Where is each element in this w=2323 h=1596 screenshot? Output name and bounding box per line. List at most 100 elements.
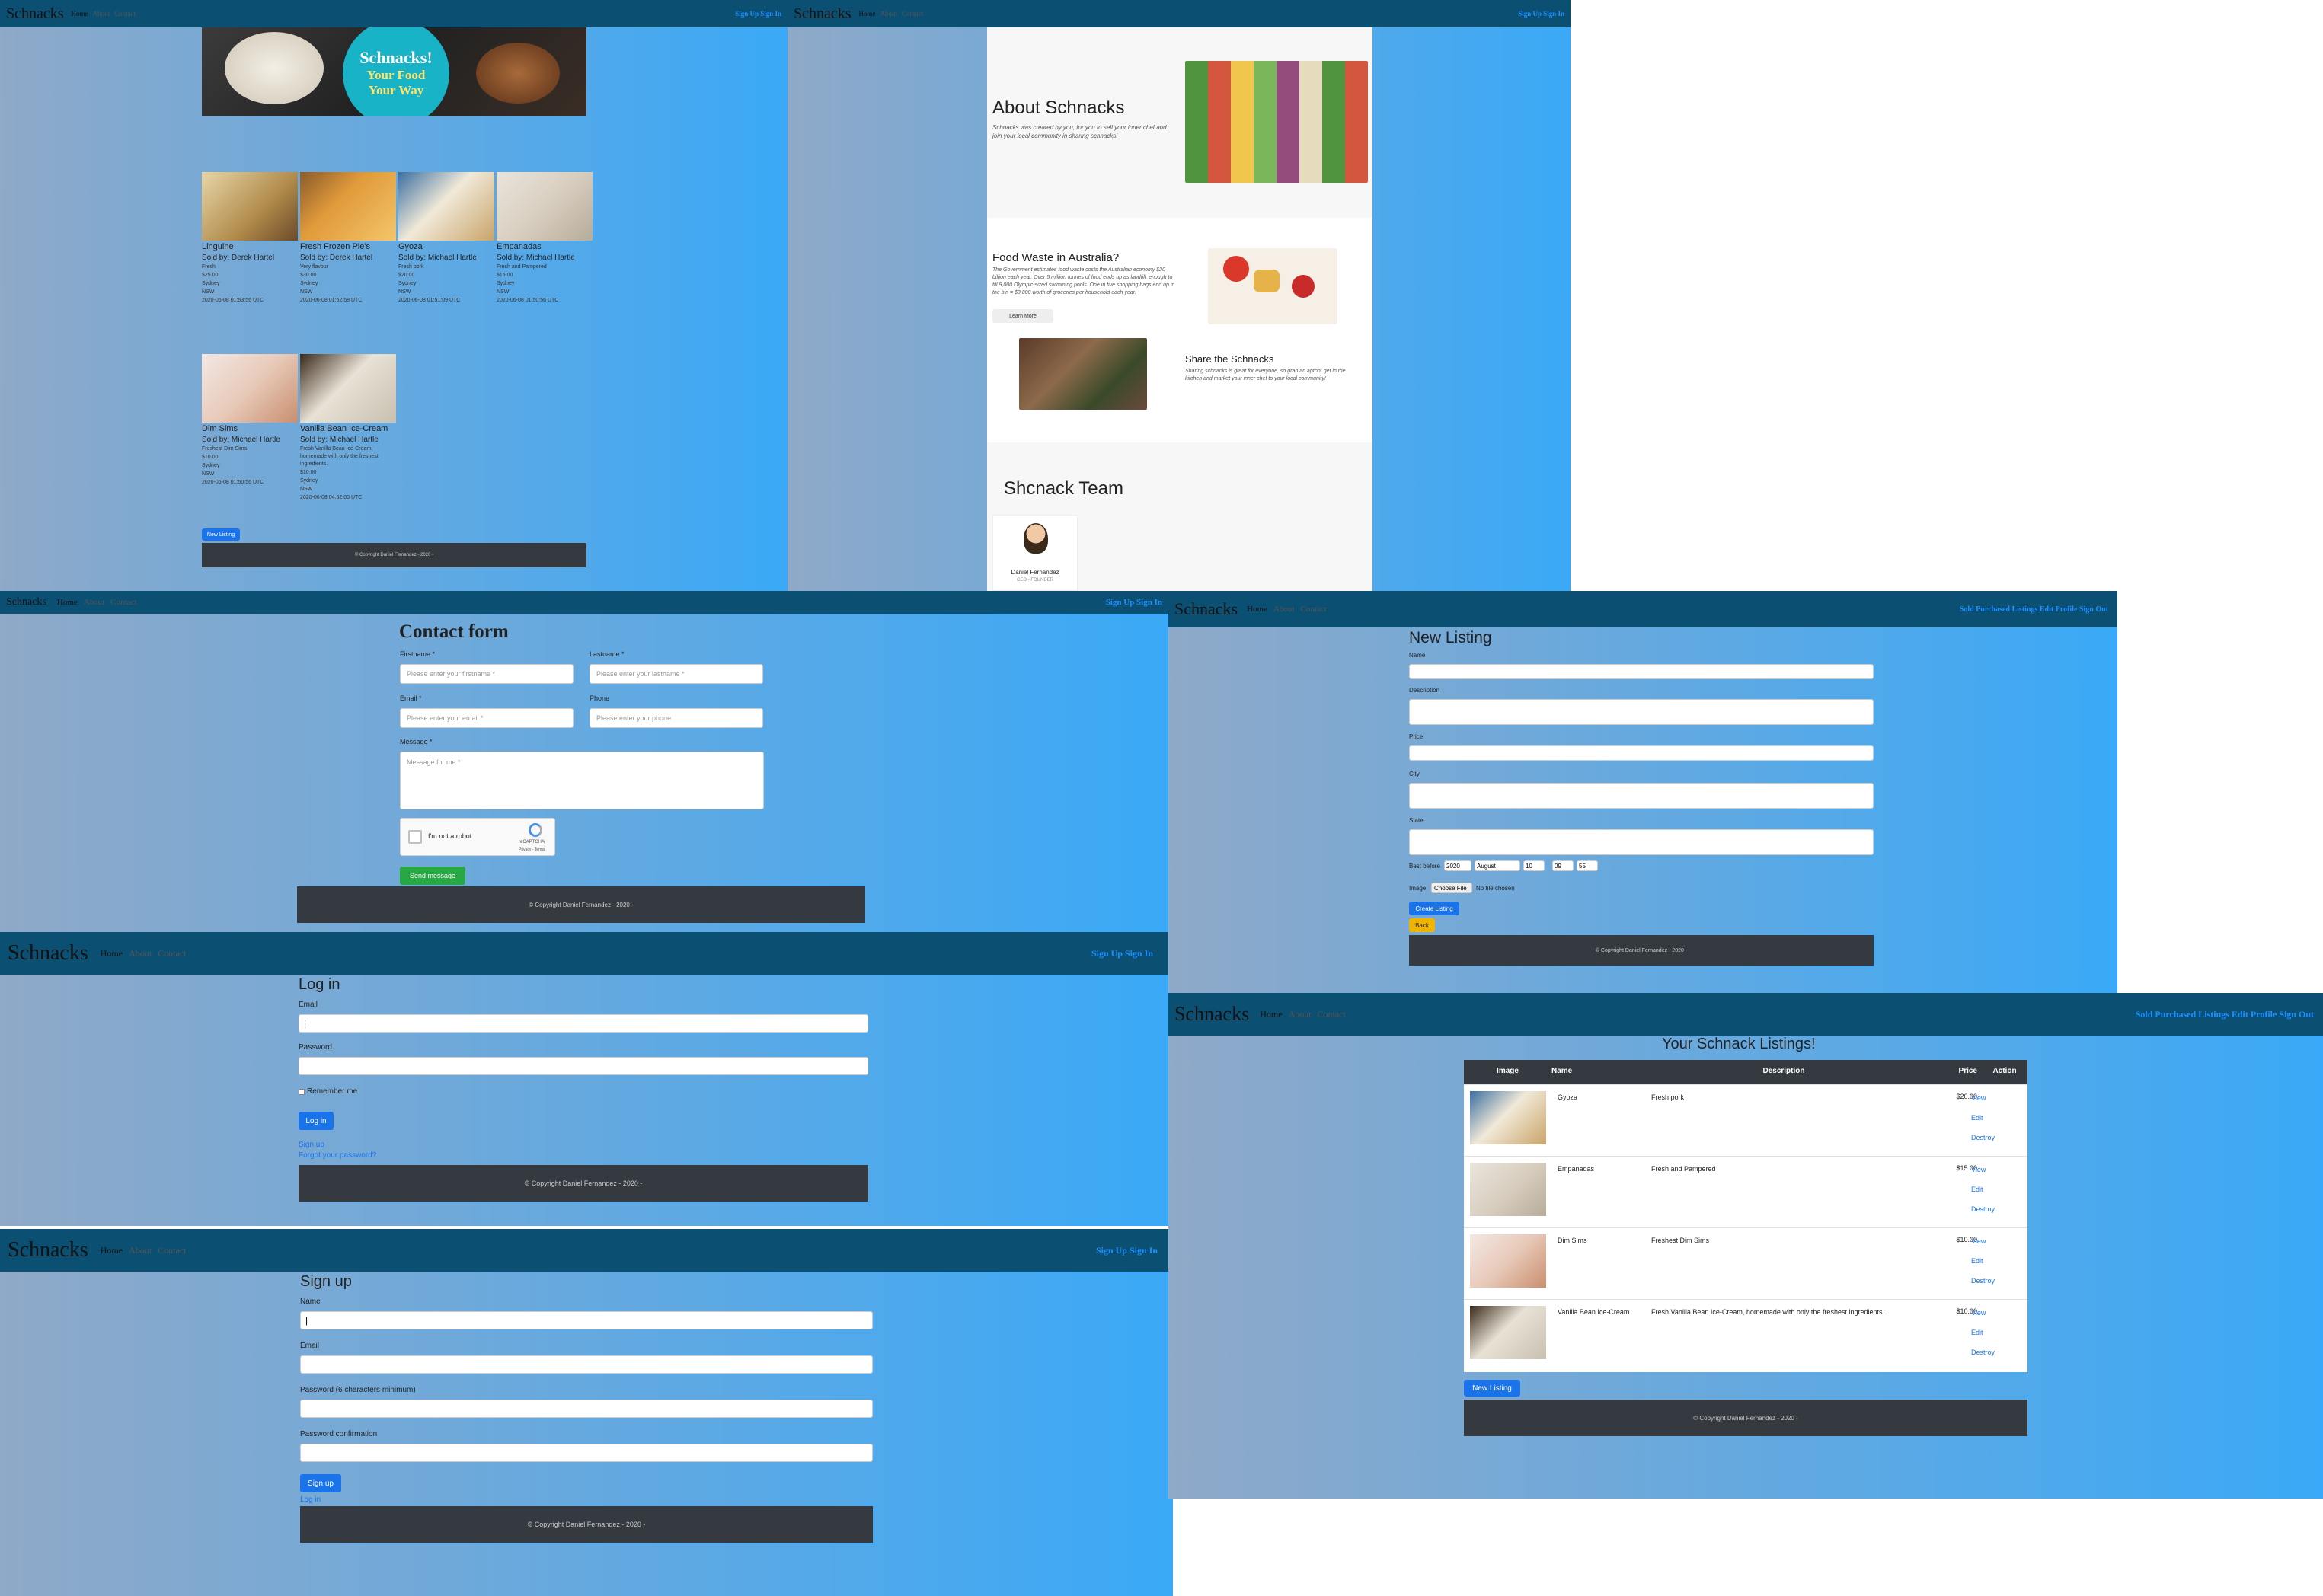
nav-home[interactable]: Home [1260, 1009, 1282, 1020]
destroy-link[interactable]: Destroy [1971, 1349, 1995, 1356]
brand-logo[interactable]: Schnacks [8, 1238, 88, 1262]
minute-select[interactable]: 55 [1577, 860, 1598, 871]
nav-home[interactable]: Home [72, 10, 88, 18]
nav-auth-links[interactable]: Sign Up Sign In [1518, 10, 1564, 18]
recaptcha-terms[interactable]: Privacy - Terms [519, 847, 545, 852]
brand-logo[interactable]: Schnacks [1174, 1003, 1249, 1026]
month-select[interactable]: August [1475, 860, 1520, 871]
edit-link[interactable]: Edit [1971, 1186, 1983, 1193]
nav-auth-links[interactable]: Sign Up Sign In [735, 10, 781, 18]
password-input[interactable] [299, 1057, 868, 1075]
listing-card[interactable]: Fresh Frozen Pie's Sold by: Derek Hartel V… [300, 172, 396, 305]
nav-home[interactable]: Home [57, 598, 78, 607]
listing-image[interactable] [398, 172, 494, 241]
new-listing-button[interactable]: New Listing [1464, 1380, 1520, 1396]
edit-link[interactable]: Edit [1971, 1257, 1983, 1265]
view-link[interactable]: View [1971, 1237, 1986, 1245]
listing-card[interactable]: Vanilla Bean Ice-Cream Sold by: Michael H… [300, 354, 396, 502]
nav-contact[interactable]: Contact [1318, 1009, 1346, 1020]
signup-link[interactable]: Sign up [299, 1141, 324, 1149]
brand-logo[interactable]: Schnacks [6, 5, 64, 23]
signup-button[interactable]: Sign up [300, 1474, 341, 1492]
learn-more-button[interactable]: Learn More [992, 309, 1053, 323]
nav-user-links[interactable]: Sold Purchased Listings Edit Profile Sig… [1960, 605, 2108, 614]
destroy-link[interactable]: Destroy [1971, 1205, 1995, 1213]
login-link[interactable]: Log in [300, 1495, 321, 1504]
password-input[interactable] [300, 1400, 873, 1418]
banner-circle: Schnacks! Your Food Your Way [343, 27, 449, 116]
nav-contact[interactable]: Contact [158, 948, 186, 959]
nav-about[interactable]: About [129, 1245, 152, 1256]
nav-auth-links[interactable]: Sign Up Sign In [1106, 598, 1162, 607]
nav-home[interactable]: Home [1247, 605, 1267, 614]
listing-card[interactable]: Dim Sims Sold by: Michael Hartle Freshest … [202, 354, 298, 487]
nav-about[interactable]: About [84, 598, 105, 607]
city-textarea[interactable] [1409, 783, 1874, 809]
listing-image[interactable] [497, 172, 593, 241]
listing-image[interactable] [300, 172, 396, 241]
listing-image[interactable] [202, 172, 298, 241]
name-input[interactable]: | [300, 1311, 873, 1329]
email-input[interactable]: Please enter your email * [400, 708, 574, 728]
nav-home[interactable]: Home [859, 10, 876, 18]
message-textarea[interactable]: Message for me * [400, 752, 764, 809]
lastname-input[interactable]: Please enter your lastname * [590, 664, 763, 684]
nav-about[interactable]: About [129, 948, 152, 959]
state-textarea[interactable] [1409, 829, 1874, 855]
view-link[interactable]: View [1971, 1166, 1986, 1173]
nav-contact[interactable]: Contact [158, 1245, 186, 1256]
hour-select[interactable]: 09 [1552, 860, 1574, 871]
nav-about[interactable]: About [880, 10, 898, 18]
recaptcha-checkbox[interactable] [408, 830, 422, 844]
send-message-button[interactable]: Send message [400, 867, 465, 885]
choose-file-button[interactable]: Choose File [1431, 883, 1472, 893]
nav-user-links[interactable]: Sold Purchased Listings Edit Profile Sig… [2136, 1009, 2314, 1020]
listing-card[interactable]: Empanadas Sold by: Michael Hartle Fresh an… [497, 172, 593, 305]
listing-city: Sydney [202, 463, 220, 468]
listing-image[interactable] [300, 354, 396, 423]
listing-card[interactable]: Linguine Sold by: Derek Hartel Fresh $25.00… [202, 172, 298, 305]
listing-card[interactable]: Gyoza Sold by: Michael Hartle Fresh pork $2… [398, 172, 494, 305]
forgot-password-link[interactable]: Forgot your password? [299, 1151, 376, 1160]
year-select[interactable]: 2020 [1444, 860, 1471, 871]
nav-about[interactable]: About [93, 10, 110, 18]
name-input[interactable] [1409, 664, 1874, 679]
nav-contact[interactable]: Contact [902, 10, 923, 18]
firstname-input[interactable]: Please enter your firstname * [400, 664, 574, 684]
brand-logo[interactable]: Schnacks [1174, 599, 1238, 619]
phone-input[interactable]: Please enter your phone [590, 708, 763, 728]
view-link[interactable]: View [1971, 1309, 1986, 1317]
listing-image[interactable] [202, 354, 298, 423]
day-select[interactable]: 10 [1523, 860, 1545, 871]
nav-auth-links[interactable]: Sign Up Sign In [1091, 948, 1153, 959]
nav-home[interactable]: Home [101, 948, 123, 959]
nav-about[interactable]: About [1273, 605, 1295, 614]
banner-title: Schnacks! [359, 48, 433, 67]
nav-contact[interactable]: Contact [110, 598, 136, 607]
recaptcha-widget[interactable]: I'm not a robot reCAPTCHA Privacy - Term… [400, 818, 555, 856]
email-input[interactable]: | [299, 1014, 868, 1033]
create-listing-button[interactable]: Create Listing [1409, 902, 1459, 915]
password-confirmation-input[interactable] [300, 1444, 873, 1462]
nav-contact[interactable]: Contact [114, 10, 136, 18]
destroy-link[interactable]: Destroy [1971, 1277, 1995, 1285]
new-listing-button[interactable]: New Listing [202, 528, 240, 541]
nav-auth-links[interactable]: Sign Up Sign In [1096, 1245, 1158, 1256]
avatar [1024, 523, 1048, 554]
nav-contact[interactable]: Contact [1300, 605, 1326, 614]
description-textarea[interactable] [1409, 699, 1874, 725]
remember-checkbox[interactable] [299, 1089, 305, 1095]
nav-about[interactable]: About [1289, 1009, 1312, 1020]
brand-logo[interactable]: Schnacks [794, 5, 852, 23]
price-input[interactable] [1409, 745, 1874, 761]
brand-logo[interactable]: Schnacks [8, 941, 88, 966]
edit-link[interactable]: Edit [1971, 1114, 1983, 1122]
email-input[interactable] [300, 1355, 873, 1374]
login-button[interactable]: Log in [299, 1112, 334, 1130]
destroy-link[interactable]: Destroy [1971, 1134, 1995, 1141]
brand-logo[interactable]: Schnacks [6, 596, 46, 608]
nav-home[interactable]: Home [101, 1245, 123, 1256]
view-link[interactable]: View [1971, 1094, 1986, 1102]
edit-link[interactable]: Edit [1971, 1329, 1983, 1336]
back-button[interactable]: Back [1409, 918, 1435, 932]
